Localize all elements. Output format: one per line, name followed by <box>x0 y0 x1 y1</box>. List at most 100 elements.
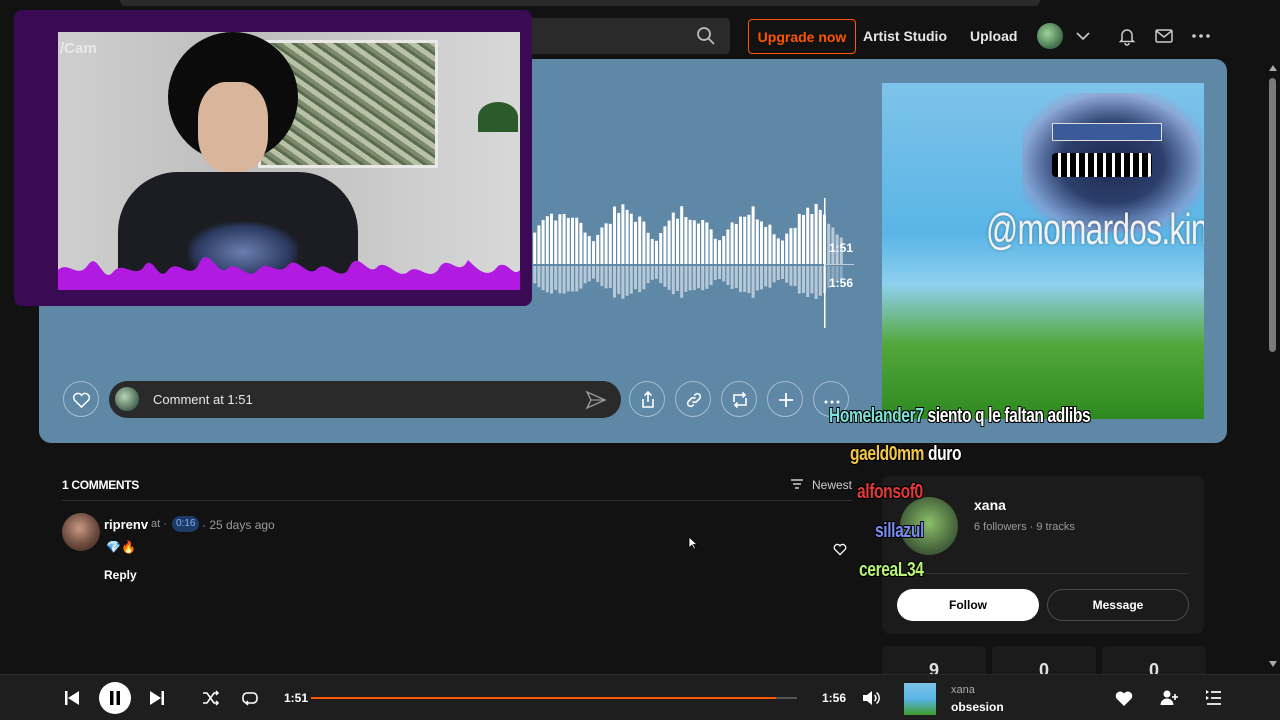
queue-icon[interactable] <box>1204 688 1224 708</box>
chat-username: sillazul <box>875 520 924 542</box>
waveform-bar <box>621 204 625 264</box>
waveform-bar <box>726 229 730 264</box>
waveform-bar <box>650 238 654 264</box>
waveform-bar <box>713 238 717 264</box>
chat-username: alfonsof0 <box>857 481 923 503</box>
upload-link[interactable]: Upload <box>970 28 1017 44</box>
waveform-bar-reflection <box>747 266 751 294</box>
waveform-bar <box>751 206 755 264</box>
comment-like-icon[interactable] <box>833 542 847 556</box>
waveform-bar <box>701 220 705 264</box>
waveform-bar <box>747 214 751 264</box>
waveform-axis <box>826 264 854 265</box>
waveform-bar <box>617 212 621 264</box>
waveform-bar-reflection <box>705 266 709 289</box>
waveform-bar <box>646 232 650 264</box>
waveform-bar <box>625 209 629 264</box>
share-button[interactable] <box>629 381 665 417</box>
chat-message: alfonsof0 <box>857 481 923 504</box>
waveform-bar-reflection <box>634 266 637 290</box>
player-bar: 1:51 1:56 xana obsesion <box>0 674 1280 720</box>
waveform-bar-reflection <box>550 266 553 294</box>
bell-icon[interactable] <box>1117 26 1137 46</box>
more-options-icon[interactable] <box>1191 26 1211 46</box>
chat-username: cereaL34 <box>859 559 924 581</box>
waveform-bar-reflection <box>776 266 780 281</box>
shuffle-icon[interactable] <box>201 688 221 708</box>
search-input[interactable] <box>520 18 730 54</box>
chevron-down-icon[interactable] <box>1075 28 1091 44</box>
waveform-bar <box>545 216 549 264</box>
search-icon[interactable] <box>696 26 716 46</box>
audio-visualizer <box>58 257 520 290</box>
waveform-bar-reflection <box>697 266 700 289</box>
waveform-bar-reflection <box>713 266 717 280</box>
artist-stat-followers[interactable]: 9 <box>882 646 986 676</box>
reply-button[interactable]: Reply <box>104 568 137 582</box>
now-playing-artist[interactable]: xana <box>951 684 975 696</box>
follow-artist-icon[interactable] <box>1159 688 1179 708</box>
waveform-bar <box>642 221 646 264</box>
waveform-bar-reflection <box>655 266 658 279</box>
waveform-bar <box>663 226 667 264</box>
waveform-bar-reflection <box>642 266 646 290</box>
artist-stats: 6 followers · 9 tracks <box>974 521 1075 533</box>
comment-timestamp[interactable]: 0:16 <box>172 516 200 532</box>
waveform-bar-reflection <box>600 266 604 287</box>
playhead-line <box>824 198 826 328</box>
sort-dropdown[interactable]: Newest <box>812 478 852 492</box>
artwork-pixel-glasses <box>1052 153 1152 177</box>
like-button[interactable] <box>63 381 99 417</box>
scrollbar-thumb[interactable] <box>1269 78 1276 352</box>
waveform-bar-reflection <box>709 266 713 286</box>
waveform-bar <box>634 221 637 264</box>
upgrade-now-button[interactable]: Upgrade now <box>748 19 856 54</box>
waveform-bar-reflection <box>617 266 621 295</box>
repost-button[interactable] <box>721 381 757 417</box>
waveform-bar <box>755 219 759 264</box>
waveform-bar <box>797 213 801 264</box>
waveform-bar-reflection <box>793 266 797 286</box>
comment-age: · 25 days ago <box>202 518 275 532</box>
artist-stat-tracks[interactable]: 0 <box>1102 646 1206 676</box>
message-button[interactable]: Message <box>1047 589 1189 621</box>
comment-username[interactable]: riprenv <box>104 517 148 532</box>
waveform-bar-reflection <box>684 266 688 292</box>
waveform-bar <box>655 240 658 264</box>
previous-track-icon[interactable] <box>62 688 82 708</box>
streamer-face <box>198 82 268 172</box>
waveform-bar <box>596 234 600 264</box>
volume-icon[interactable] <box>861 688 881 708</box>
waveform-bar <box>613 206 616 264</box>
browser-edge <box>120 0 1040 6</box>
waveform-bar <box>676 218 679 264</box>
waveform-bar <box>814 203 818 264</box>
copy-link-button[interactable] <box>675 381 711 417</box>
waveform-bar-reflection <box>726 266 730 285</box>
now-playing-title[interactable]: obsesion <box>951 700 1004 714</box>
send-icon[interactable] <box>585 389 607 411</box>
scroll-up-icon[interactable] <box>1268 64 1278 72</box>
waveform-bar-reflection <box>810 266 814 294</box>
mail-icon[interactable] <box>1154 26 1174 46</box>
artist-stat-following[interactable]: 0 <box>992 646 1096 676</box>
pause-icon <box>110 691 120 705</box>
scroll-down-icon[interactable] <box>1268 660 1278 668</box>
next-track-icon[interactable] <box>147 688 167 708</box>
waveform-bar-reflection <box>663 266 667 287</box>
repeat-icon[interactable] <box>240 688 260 708</box>
comment-input[interactable]: Comment at 1:51 <box>109 381 621 418</box>
follow-button[interactable]: Follow <box>897 589 1039 621</box>
comment-avatar[interactable] <box>62 513 100 551</box>
artist-studio-link[interactable]: Artist Studio <box>863 28 947 44</box>
pause-button[interactable] <box>99 682 131 714</box>
progress-bar[interactable] <box>311 697 797 699</box>
sort-icon[interactable] <box>790 477 804 491</box>
add-to-playlist-button[interactable] <box>767 381 803 417</box>
user-avatar[interactable] <box>1037 23 1063 49</box>
like-track-icon[interactable] <box>1114 688 1134 708</box>
waveform-bar-reflection <box>596 266 600 282</box>
now-playing-artwork[interactable] <box>904 683 936 715</box>
artist-name[interactable]: xana <box>974 497 1006 513</box>
player-current-time: 1:51 <box>284 691 309 705</box>
